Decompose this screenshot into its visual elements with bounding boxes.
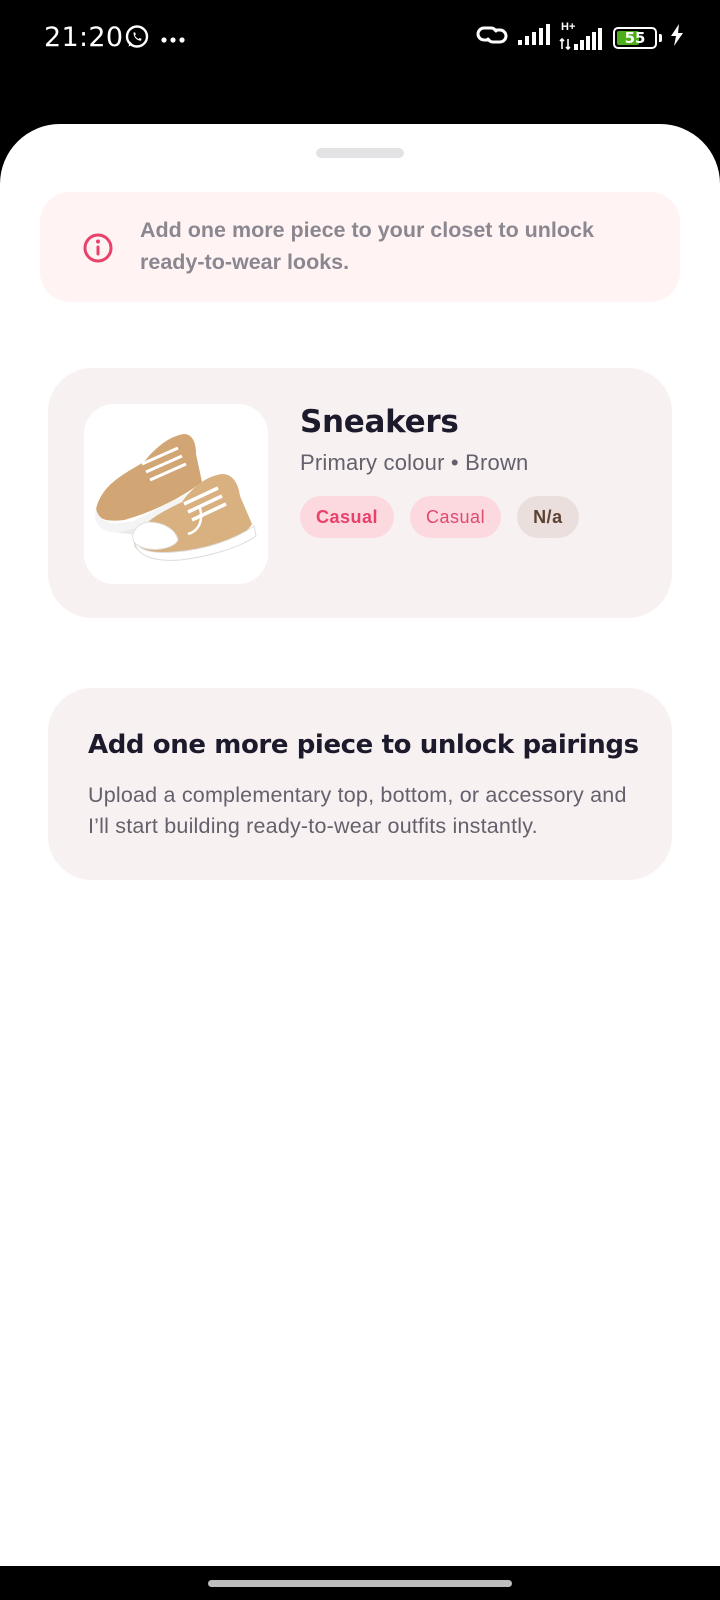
charging-bolt-icon — [670, 24, 684, 51]
status-time: 21:20 — [44, 22, 124, 53]
item-subtitle: Primary colour • Brown — [300, 450, 529, 475]
item-title: Sneakers — [300, 404, 459, 440]
drag-handle[interactable] — [316, 148, 404, 158]
signal-icon — [517, 24, 551, 51]
unlock-body: Upload a complementary top, bottom, or a… — [88, 783, 627, 838]
item-tags: Casual Casual N/a — [300, 496, 579, 538]
battery-nub — [659, 33, 662, 42]
info-icon — [82, 232, 114, 269]
tag-occasion[interactable]: Casual — [410, 496, 502, 538]
item-card[interactable]: Sneakers Primary colour • Brown Casual C… — [48, 368, 672, 618]
unlock-title: Add one more piece to unlock pairings — [88, 730, 639, 760]
item-thumbnail — [84, 404, 268, 584]
info-banner-text: Add one more piece to your closet to unl… — [140, 218, 594, 274]
battery-level: 55 — [624, 28, 646, 47]
sneakers-image — [95, 434, 257, 561]
info-banner: Add one more piece to your closet to unl… — [40, 192, 680, 302]
bottom-sheet: Add one more piece to your closet to unl… — [0, 124, 720, 1566]
home-gesture-bar[interactable] — [208, 1580, 512, 1587]
whatsapp-icon — [124, 24, 150, 55]
tag-season[interactable]: N/a — [517, 496, 579, 538]
unlock-pairings-card: Add one more piece to unlock pairings Up… — [48, 688, 672, 880]
navigation-bar — [0, 1566, 720, 1600]
status-right-icons: H+ 55 — [475, 21, 684, 53]
hplus-signal-icon: H+ — [559, 21, 605, 51]
status-bar: 21:20 H+ 55 — [0, 0, 720, 80]
link-icon — [475, 22, 509, 53]
more-dots-icon — [160, 31, 186, 49]
tag-style[interactable]: Casual — [300, 496, 395, 538]
battery-icon: 55 — [613, 26, 657, 49]
status-left-icons — [124, 24, 186, 55]
